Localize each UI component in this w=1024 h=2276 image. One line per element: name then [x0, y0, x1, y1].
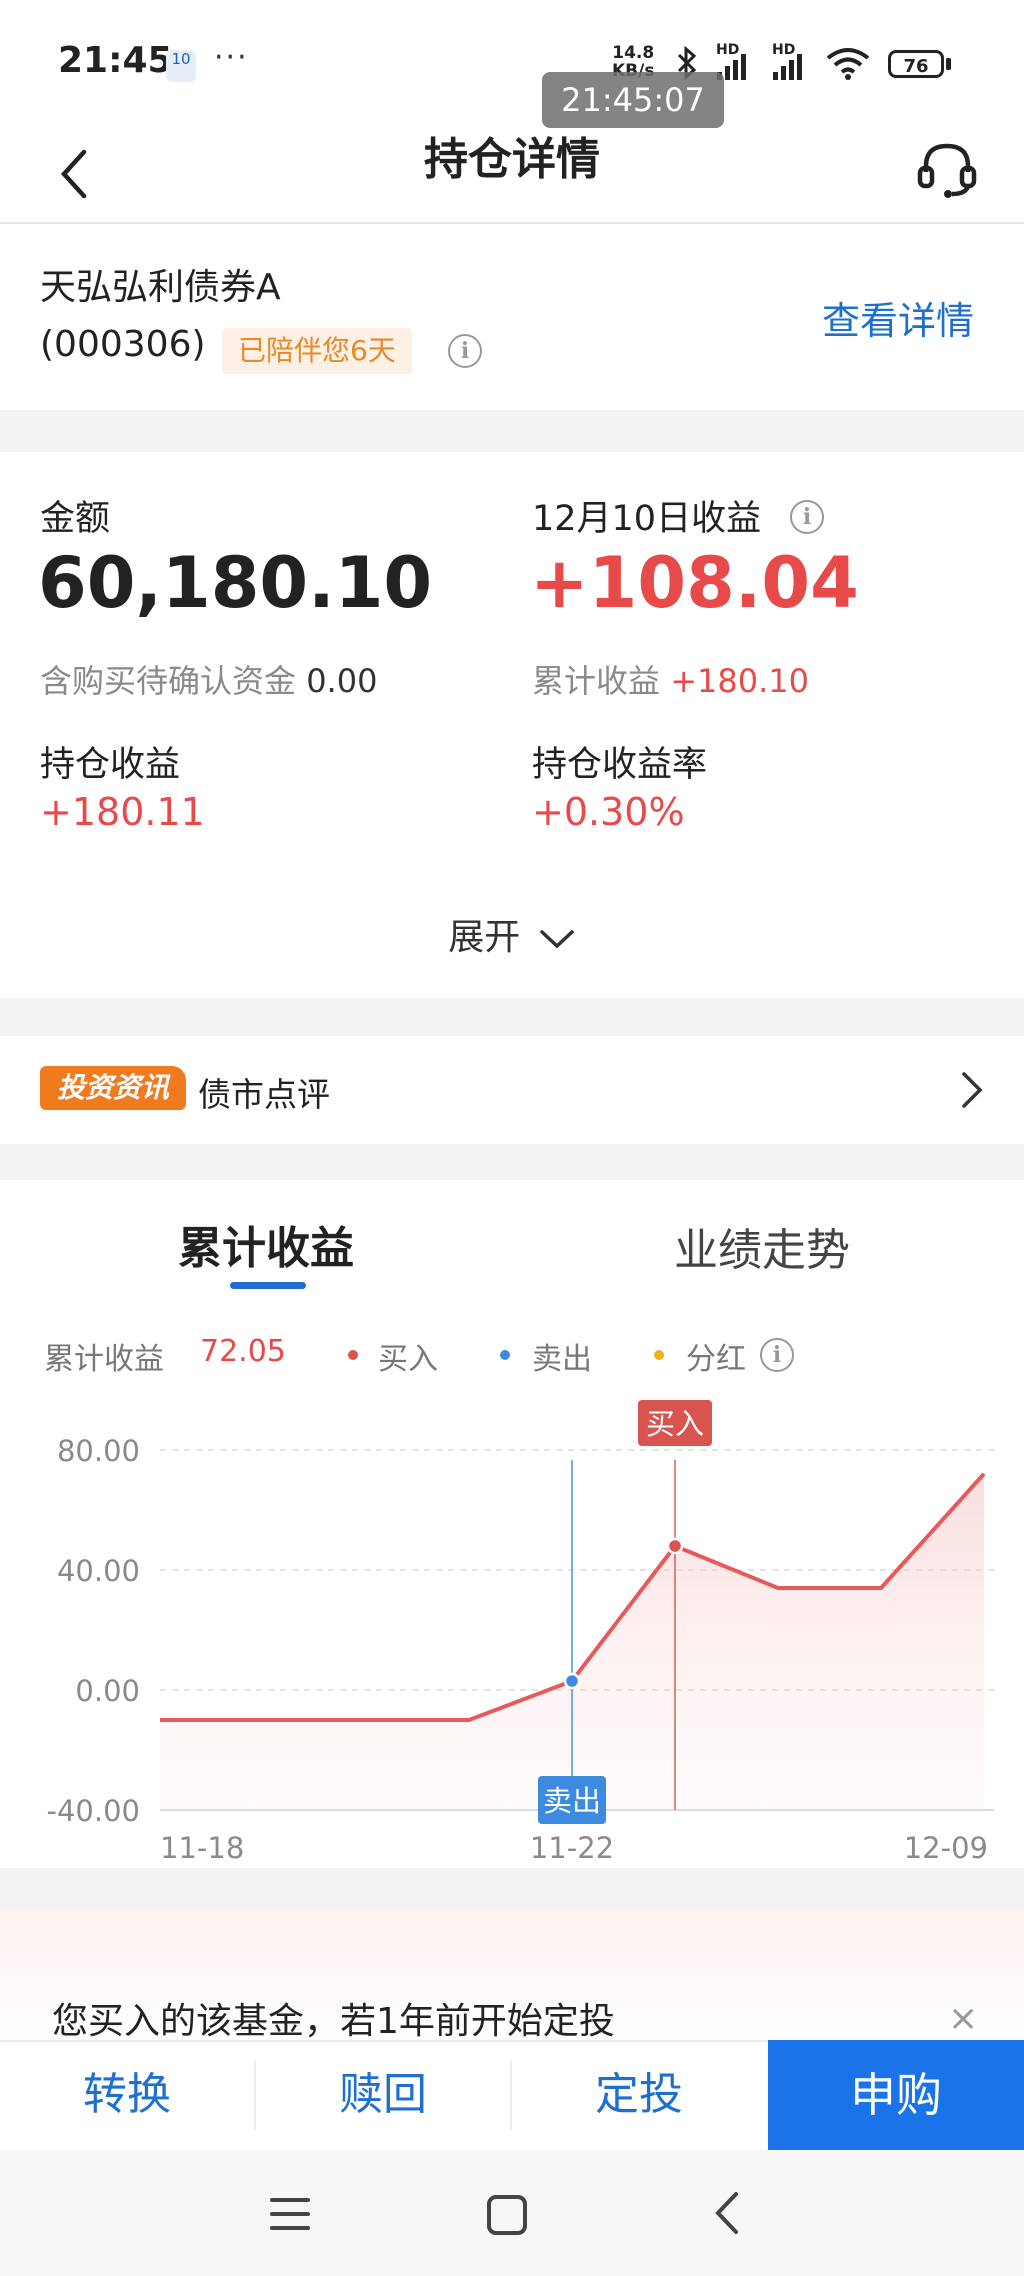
back-nav-icon[interactable] [712, 2190, 742, 2236]
info-icon[interactable]: i [448, 334, 482, 368]
y-tick-label: 80.00 [57, 1434, 140, 1468]
back-icon[interactable] [50, 138, 110, 208]
holding-rate-label: 持仓收益率 [532, 745, 708, 785]
active-tab-indicator [230, 1282, 306, 1289]
legend-cumulative-label: 累计收益 [44, 1342, 164, 1377]
sell-marker-point [563, 1672, 581, 1690]
legend-sell-dot [500, 1350, 510, 1360]
x-tick-label: 12-09 [904, 1831, 988, 1865]
cumulative-profit: 累计收益 +180.10 [532, 656, 809, 702]
view-detail-link[interactable]: 查看详情 [822, 290, 974, 345]
auto-invest-button[interactable]: 定投 [512, 2040, 766, 2150]
holding-rate-value: +0.30% [532, 790, 685, 834]
promo-text[interactable]: 您买入的该基金，若1年前开始定投 [52, 1992, 615, 2044]
buy-button[interactable]: 申购 [768, 2040, 1024, 2150]
fund-code: (000306) [40, 324, 206, 365]
menu-icon[interactable] [268, 2194, 312, 2234]
notification-badge: 10 [166, 50, 196, 82]
daily-profit-label: 12月10日收益 [532, 499, 762, 539]
holding-profit-label: 持仓收益 [40, 745, 181, 785]
sell-marker-label: 卖出 [543, 1784, 601, 1818]
customer-service-icon[interactable] [912, 134, 982, 204]
redeem-button[interactable]: 赎回 [256, 2040, 510, 2150]
convert-button[interactable]: 转换 [0, 2040, 254, 2150]
amount-label: 金额 [40, 499, 111, 539]
fund-name: 天弘弘利债券A [40, 267, 281, 308]
legend-cumulative-value: 72.05 [200, 1334, 286, 1369]
x-tick-label: 11-22 [530, 1831, 614, 1865]
tab-performance-trend[interactable]: 业绩走势 [674, 1214, 850, 1278]
legend-dividend-dot [654, 1350, 664, 1360]
screenshot-time-overlay: 21:45:07 [542, 72, 724, 128]
legend-info-icon[interactable]: i [760, 1338, 794, 1372]
pending-value: 0.00 [306, 662, 378, 700]
nav-bar [0, 120, 1024, 224]
legend-buy-dot [348, 1350, 358, 1360]
pending-funds: 含购买待确认资金 0.00 [40, 656, 377, 702]
expand-button[interactable]: 展开 [0, 908, 1024, 960]
pending-label: 含购买待确认资金 [40, 662, 297, 700]
battery-nub [946, 58, 951, 70]
companion-days-badge: 已陪伴您6天 [222, 328, 412, 374]
amount-value: 60,180.10 [38, 542, 433, 624]
cumulative-profit-chart[interactable]: 卖出 买入 80.00 40.00 0.00 -40.00 11-18 11-22 12-09 [0, 1390, 1024, 1870]
daily-profit-value: +108.04 [530, 542, 859, 624]
wifi-icon [826, 48, 870, 80]
chevron-down-icon [539, 930, 574, 949]
holding-profit-value: +180.11 [40, 790, 205, 834]
buy-marker-label: 买入 [646, 1407, 704, 1441]
tab-cumulative-profit[interactable]: 累计收益 [178, 1212, 354, 1276]
cumulative-label: 累计收益 [532, 662, 661, 700]
legend-sell-label: 卖出 [532, 1342, 592, 1377]
close-icon[interactable]: × [948, 1998, 978, 2039]
net-speed-value: 14.8 [612, 43, 655, 63]
y-tick-label: 0.00 [75, 1674, 140, 1708]
y-tick-label: 40.00 [57, 1554, 140, 1588]
y-tick-label: -40.00 [47, 1794, 141, 1828]
buy-marker-point [666, 1537, 684, 1555]
investment-news-badge: 投资资讯 [40, 1066, 186, 1110]
more-notifications-icon: ··· [214, 40, 249, 75]
cumulative-value: +180.10 [670, 662, 809, 700]
legend-buy-label: 买入 [378, 1342, 438, 1377]
chevron-right-icon [962, 1072, 983, 1108]
home-icon[interactable] [486, 2194, 528, 2236]
signal-icon-2 [773, 54, 802, 80]
news-title: 债市点评 [198, 1075, 330, 1114]
daily-profit-info-icon[interactable]: i [790, 500, 824, 534]
battery-indicator: 76 [888, 50, 944, 78]
legend-dividend-label: 分红 [686, 1342, 746, 1377]
expand-label: 展开 [448, 917, 521, 958]
x-tick-label: 11-18 [160, 1831, 244, 1865]
status-time: 21:45 [58, 40, 173, 81]
